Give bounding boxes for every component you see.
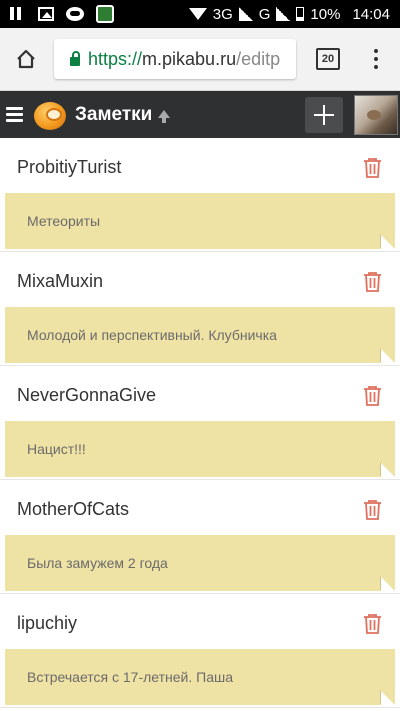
menu-dot-icon — [374, 65, 378, 69]
status-bar: 3G G 10% 14:04 — [0, 0, 400, 28]
page-title: Заметки — [75, 103, 153, 125]
list-item: NeverGonnaGive Нацист!!! — [0, 366, 400, 480]
list-item: ProbitiyTurist Метеориты — [0, 138, 400, 252]
signal-icon — [238, 7, 253, 21]
browser-menu-button[interactable] — [366, 49, 386, 69]
tab-switcher-button[interactable]: 20 — [316, 48, 340, 70]
note-text[interactable]: Метеориты — [5, 193, 395, 249]
url-host: m.pikabu.ru — [142, 48, 237, 69]
note-text[interactable]: Была замужем 2 года — [5, 535, 395, 591]
hamburger-menu-icon[interactable] — [6, 107, 23, 122]
app-notification-icon — [96, 5, 114, 23]
menu-dot-icon — [374, 49, 378, 53]
add-note-button[interactable] — [305, 96, 343, 133]
note-username[interactable]: MixaMuxin — [17, 271, 103, 292]
battery-icon — [296, 7, 305, 21]
home-icon — [17, 49, 35, 69]
signal-icon-secondary — [276, 7, 291, 21]
note-username[interactable]: lipuchiy — [17, 613, 77, 634]
network-type: 3G — [212, 5, 233, 23]
list-item: lipuchiy Встречается с 17-летней. Паша — [0, 594, 400, 708]
tab-count: 20 — [321, 53, 335, 65]
menu-dot-icon — [374, 57, 378, 61]
trash-icon[interactable] — [362, 385, 383, 406]
chat-notification-icon — [66, 7, 84, 21]
lock-icon — [70, 50, 80, 66]
trash-icon[interactable] — [362, 499, 383, 520]
note-username[interactable]: MotherOfCats — [17, 499, 129, 520]
pause-icon — [10, 7, 26, 21]
notes-list: ProbitiyTurist Метеориты MixaMuxin Молод… — [0, 138, 400, 708]
wifi-icon — [188, 8, 207, 20]
url-scheme: https:// — [88, 48, 143, 69]
home-button[interactable] — [0, 33, 52, 85]
image-notification-icon — [38, 7, 54, 21]
browser-toolbar: https:// m.pikabu.ru /editp 20 — [0, 28, 400, 91]
note-text[interactable]: Молодой и перспективный. Клубничка — [5, 307, 395, 363]
pikabu-logo[interactable] — [32, 97, 68, 133]
url-path: /editp — [236, 48, 281, 69]
trash-icon[interactable] — [362, 157, 383, 178]
address-bar[interactable]: https:// m.pikabu.ru /editp — [54, 39, 296, 79]
user-avatar[interactable] — [354, 94, 398, 135]
note-username[interactable]: ProbitiyTurist — [17, 157, 121, 178]
note-text[interactable]: Встречается с 17-летней. Паша — [5, 649, 395, 705]
list-item: MotherOfCats Была замужем 2 года — [0, 480, 400, 594]
trash-icon[interactable] — [362, 271, 383, 292]
note-username[interactable]: NeverGonnaGive — [17, 385, 156, 406]
arrow-up-icon[interactable] — [158, 109, 171, 123]
trash-icon[interactable] — [362, 613, 383, 634]
list-item: MixaMuxin Молодой и перспективный. Клубн… — [0, 252, 400, 366]
battery-level: 10% — [310, 5, 341, 23]
network-type-secondary: G — [258, 5, 271, 23]
clock: 14:04 — [352, 5, 390, 23]
app-header: Заметки — [0, 91, 400, 138]
note-text[interactable]: Нацист!!! — [5, 421, 395, 477]
